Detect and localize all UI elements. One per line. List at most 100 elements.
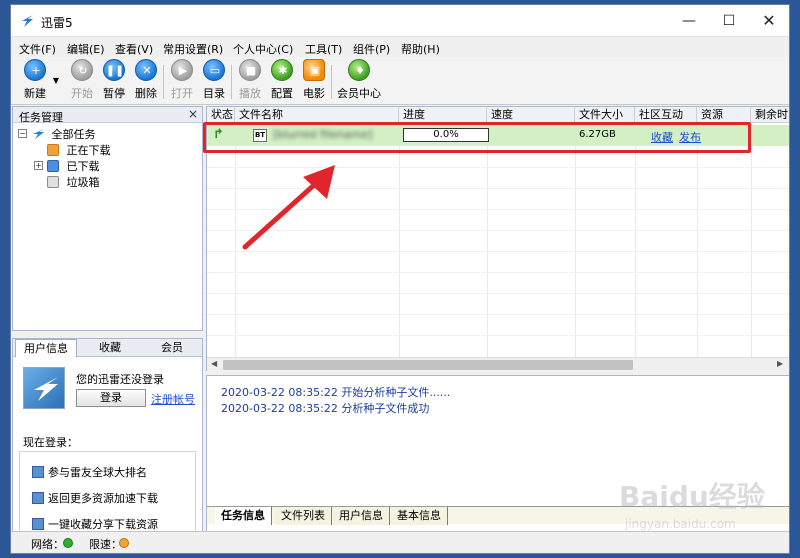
tab-vip[interactable]: 会员 — [141, 339, 203, 357]
folder-icon: ▭ — [203, 59, 225, 81]
tree-item-downloading[interactable]: 正在下载 — [47, 142, 111, 158]
menu-view[interactable]: 查看(V) — [115, 41, 153, 57]
column-divider — [635, 123, 636, 357]
column-header-filename[interactable]: 文件名称 — [235, 107, 399, 123]
row-divider — [207, 272, 789, 273]
column-divider — [575, 123, 576, 357]
task-panel-header: 任务管理 × — [13, 107, 202, 124]
config-icon: ✱ — [271, 59, 293, 81]
tab-file-list[interactable]: 文件列表 — [275, 507, 332, 525]
menu-file[interactable]: 文件(F) — [19, 41, 56, 57]
column-header-community[interactable]: 社区互动 — [635, 107, 697, 123]
column-divider — [235, 123, 236, 357]
trash-icon — [47, 176, 59, 188]
tab-user-info-log[interactable]: 用户信息 — [333, 507, 390, 525]
column-header-speed[interactable]: 速度 — [487, 107, 575, 123]
menu-tools[interactable]: 工具(T) — [305, 41, 342, 57]
speed-limit-label: 限速： — [89, 538, 122, 551]
toolbar-separator — [231, 65, 232, 99]
thunder-logo-icon — [22, 15, 33, 27]
task-management-panel: 任务管理 × − 全部任务 正在下载 + 已下载 垃圾箱 — [12, 106, 203, 331]
column-divider — [399, 123, 400, 357]
minimize-button[interactable]: — — [669, 5, 709, 37]
tree-label: 已下载 — [66, 160, 100, 173]
tree-item-all-tasks[interactable]: 全部任务 — [31, 126, 96, 142]
menu-personal-center[interactable]: 个人中心(C) — [233, 41, 293, 57]
ranking-icon — [32, 466, 44, 478]
column-header-status[interactable]: 状态 — [207, 107, 235, 123]
tab-task-info[interactable]: 任务信息 — [215, 507, 272, 525]
scroll-left-icon[interactable]: ◀ — [211, 359, 217, 368]
login-button[interactable]: 登录 — [76, 389, 146, 407]
row-divider — [207, 314, 789, 315]
directory-button[interactable]: ▭ 目录 — [199, 59, 229, 103]
menu-edit[interactable]: 编辑(E) — [67, 41, 105, 57]
pause-button[interactable]: ❚❚ 暂停 — [99, 59, 129, 103]
pause-icon: ❚❚ — [103, 59, 125, 81]
toolbar: + 新建 ▼ ↻ 开始 ❚❚ 暂停 ✕ 删除 ▶ 打开 ▭ 目录 ■ 播放 ✱ … — [11, 57, 789, 105]
tab-favorites[interactable]: 收藏 — [79, 339, 141, 357]
tree-expand-icon[interactable]: + — [34, 161, 43, 170]
column-divider — [697, 123, 698, 357]
panel-close-icon[interactable]: × — [188, 107, 198, 121]
maximize-button[interactable]: ☐ — [709, 5, 749, 37]
thunder-small-icon — [33, 129, 44, 139]
tab-user-info[interactable]: 用户信息 — [15, 339, 77, 357]
toolbar-separator — [331, 65, 332, 99]
tree-label: 垃圾箱 — [66, 176, 100, 189]
column-header-size[interactable]: 文件大小 — [575, 107, 635, 123]
tree-item-downloaded[interactable]: 已下载 — [47, 158, 100, 174]
promo-item-speedup[interactable]: 返回更多资源加速下载 — [32, 490, 158, 506]
scroll-right-icon[interactable]: ▶ — [777, 359, 783, 368]
speedup-icon — [32, 492, 44, 504]
menu-help[interactable]: 帮助(H) — [401, 41, 440, 57]
app-window: 迅雷5 — ☐ ✕ 文件(F) 编辑(E) 查看(V) 常用设置(R) 个人中心… — [10, 4, 790, 554]
vip-center-button[interactable]: ♦ 会员中心 — [335, 59, 383, 103]
start-button[interactable]: ↻ 开始 — [67, 59, 97, 103]
row-divider — [207, 335, 789, 336]
baidu-watermark: Baidu经验 jingyan.baidu.com — [619, 475, 789, 545]
column-divider — [751, 123, 752, 357]
tab-basic-info[interactable]: 基本信息 — [391, 507, 448, 525]
highlight-annotation — [203, 122, 751, 153]
new-task-button[interactable]: + 新建 — [19, 59, 51, 103]
user-tabs: 用户信息 收藏 会员 — [13, 339, 202, 357]
column-header-resource[interactable]: 资源 — [697, 107, 751, 123]
downloading-icon — [47, 144, 59, 156]
speed-limit-icon[interactable] — [119, 538, 129, 548]
delete-button[interactable]: ✕ 删除 — [131, 59, 161, 103]
tree-item-trash[interactable]: 垃圾箱 — [47, 174, 100, 190]
play-icon: ■ — [239, 59, 261, 81]
log-line: 2020-03-22 08:35:22 开始分析种子文件...... — [221, 386, 451, 399]
scrollbar-thumb[interactable] — [223, 360, 633, 370]
log-line: 2020-03-22 08:35:22 分析种子文件成功 — [221, 402, 430, 415]
promo-item-share[interactable]: 一键收藏分享下载资源 — [32, 516, 158, 532]
column-header-remaining[interactable]: 剩余时 — [751, 107, 789, 123]
task-list: 状态 文件名称 进度 速度 文件大小 社区互动 资源 剩余时 ↱ BT [blu… — [203, 106, 789, 371]
tree-collapse-icon[interactable]: − — [18, 129, 27, 138]
downloaded-icon — [47, 160, 59, 172]
chevron-down-icon: ▼ — [52, 76, 60, 85]
promo-item-ranking[interactable]: 参与雷友全球大排名 — [32, 464, 147, 480]
menu-components[interactable]: 组件(P) — [353, 41, 390, 57]
app-title: 迅雷5 — [41, 16, 73, 30]
column-header-progress[interactable]: 进度 — [399, 107, 487, 123]
watermark-logo: Baidu经验 — [619, 480, 765, 513]
play-button[interactable]: ■ 播放 — [235, 59, 265, 103]
toolbar-separator — [163, 65, 164, 99]
movie-button[interactable]: ▣ 电影 — [299, 59, 329, 103]
menu-settings[interactable]: 常用设置(R) — [163, 41, 223, 57]
row-divider — [207, 293, 789, 294]
menu-bar: 文件(F) 编辑(E) 查看(V) 常用设置(R) 个人中心(C) 工具(T) … — [11, 38, 789, 56]
close-button[interactable]: ✕ — [749, 5, 789, 37]
tree-label: 正在下载 — [66, 144, 111, 157]
config-button[interactable]: ✱ 配置 — [267, 59, 297, 103]
open-button[interactable]: ▶ 打开 — [167, 59, 197, 103]
network-label: 网络： — [31, 538, 64, 551]
bird-logo-icon — [34, 377, 58, 401]
register-link[interactable]: 注册帐号 — [151, 391, 195, 407]
delete-icon: ✕ — [135, 59, 157, 81]
vip-icon: ♦ — [348, 59, 370, 81]
horizontal-scrollbar[interactable]: ◀ ▶ — [207, 357, 789, 371]
now-login-label: 现在登录： — [23, 436, 78, 449]
